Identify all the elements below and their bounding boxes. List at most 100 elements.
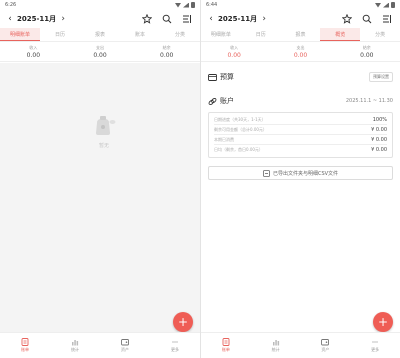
nav-item-more[interactable]: 更多 xyxy=(150,333,200,358)
nav-item-stats[interactable]: 统计 xyxy=(251,333,301,358)
bottom-nav: 账单 统计 资产 更多 xyxy=(0,332,200,358)
tab-ledger[interactable]: 账本 xyxy=(120,28,160,41)
bottom-nav: 账单 统计 资产 更多 xyxy=(201,332,400,358)
tab-detail-bill[interactable]: 明细账单 xyxy=(0,28,40,41)
account-date-range[interactable]: 2025.11.1 ~ 11.30 xyxy=(346,98,393,104)
nav-item-bill[interactable]: 账单 xyxy=(201,333,251,358)
nav-label: 更多 xyxy=(171,347,179,352)
status-time: 6:44 xyxy=(206,2,218,8)
wifi-icon xyxy=(175,3,181,8)
add-record-button[interactable]: + xyxy=(173,312,193,332)
wallet-icon xyxy=(121,339,129,346)
empty-bag-icon xyxy=(96,116,116,135)
empty-state: 暂无 xyxy=(91,115,117,149)
summary-expense: 支出 0.00 xyxy=(267,42,333,61)
summary-bar: 收入 0.00 支出 0.00 结余 0.00 xyxy=(0,42,200,62)
nav-label: 资产 xyxy=(121,347,129,352)
status-bar: 6:26 xyxy=(0,0,200,10)
filter-icon[interactable] xyxy=(379,11,395,27)
export-csv-label: 已导出文件夹与明细CSV文件 xyxy=(272,170,339,177)
tab-category[interactable]: 分类 xyxy=(360,28,400,41)
tab-bar: 明细账单 日历 报表 概览 分类 xyxy=(201,28,400,42)
empty-list-area: 暂无 xyxy=(0,63,200,332)
nav-item-wallet[interactable]: 资产 xyxy=(100,333,150,358)
tab-overview[interactable]: 概览 xyxy=(320,28,361,41)
month-label[interactable]: 2025-11月 xyxy=(15,14,58,24)
stats-icon xyxy=(72,340,79,346)
star-icon[interactable] xyxy=(139,11,155,27)
export-icon xyxy=(263,169,270,177)
signal-icon xyxy=(183,2,189,8)
empty-text: 暂无 xyxy=(98,143,109,149)
account-row-value: 100% xyxy=(372,116,387,123)
account-row: 本期已消费 ¥ 0.00 xyxy=(214,135,387,145)
account-row-label: 剩余可用金额（总计0.00元） xyxy=(214,126,267,132)
wallet-icon xyxy=(321,339,330,346)
battery-icon xyxy=(391,2,395,8)
summary-value: 0.00 xyxy=(93,51,107,59)
link-icon xyxy=(208,97,217,105)
account-row: 日期进度（共30天，1-1天） 100% xyxy=(214,115,387,125)
star-icon[interactable] xyxy=(339,11,355,27)
nav-label: 资产 xyxy=(321,347,330,352)
tab-calendar[interactable]: 日历 xyxy=(241,28,281,41)
budget-title: 预算 xyxy=(220,73,234,81)
bill-icon xyxy=(222,338,230,346)
left-screen: 6:26 ‹ 2025-11月 › 明细账单 日历 报表 账本 分类 收入 0.… xyxy=(0,0,200,358)
account-row-value: ¥ 0.00 xyxy=(371,126,387,133)
summary-value: 0.00 xyxy=(227,51,241,59)
export-csv-button[interactable]: 已导出文件夹与明细CSV文件 xyxy=(208,166,393,180)
summary-label: 结余 xyxy=(162,44,171,50)
nav-item-wallet[interactable]: 资产 xyxy=(301,333,351,358)
summary-value: 0.00 xyxy=(26,51,41,59)
app-bar: ‹ 2025-11月 › xyxy=(0,10,200,28)
tab-calendar[interactable]: 日历 xyxy=(40,28,80,41)
app-bar: ‹ 2025-11月 › xyxy=(201,10,400,28)
nav-label: 统计 xyxy=(71,347,79,352)
search-icon[interactable] xyxy=(359,11,375,27)
summary-balance: 结余 0.00 xyxy=(133,42,200,61)
status-bar: 6:44 xyxy=(201,0,400,10)
next-month-button[interactable]: › xyxy=(259,14,269,24)
nav-label: 统计 xyxy=(271,347,280,352)
stats-icon xyxy=(272,340,279,346)
status-icons xyxy=(175,2,195,8)
summary-income: 收入 0.00 xyxy=(201,42,267,61)
prev-month-button[interactable]: ‹ xyxy=(206,14,216,24)
summary-value: 0.00 xyxy=(293,51,308,59)
account-row-label: 本期已消费 xyxy=(214,136,234,142)
add-record-button[interactable]: + xyxy=(373,312,393,332)
prev-month-button[interactable]: ‹ xyxy=(5,14,15,24)
summary-label: 支出 xyxy=(96,44,104,50)
nav-label: 账单 xyxy=(21,347,29,352)
summary-balance: 结余 0.00 xyxy=(334,42,400,61)
nav-item-stats[interactable]: 统计 xyxy=(50,333,100,358)
account-row-label: 日均（剩余，首日0.00元） xyxy=(214,147,263,152)
right-screen: 6:44 ‹ 2025-11月 › 明细账单 日历 报表 概览 分类 收入 0.… xyxy=(200,0,400,358)
next-month-button[interactable]: › xyxy=(58,14,68,24)
tab-report[interactable]: 报表 xyxy=(80,28,120,41)
filter-icon[interactable] xyxy=(179,11,195,27)
tab-detail-bill[interactable]: 明细账单 xyxy=(201,28,241,41)
nav-label: 更多 xyxy=(371,347,380,352)
nav-item-bill[interactable]: 账单 xyxy=(0,333,50,358)
budget-settings-button[interactable]: 预算设置 xyxy=(369,72,393,82)
wifi-icon xyxy=(375,3,381,8)
account-card: 日期进度（共30天，1-1天） 100% 剩余可用金额（总计0.00元） ¥ 0… xyxy=(208,112,393,158)
search-icon[interactable] xyxy=(159,11,175,27)
bill-icon xyxy=(21,338,29,346)
more-icon xyxy=(372,341,379,343)
budget-icon xyxy=(208,73,217,81)
account-title: 账户 xyxy=(220,97,234,105)
nav-item-more[interactable]: 更多 xyxy=(350,333,400,358)
tab-report[interactable]: 报表 xyxy=(281,28,321,41)
budget-section: 预算 预算设置 xyxy=(201,68,400,86)
account-row: 日均（剩余，首日0.00元） ¥ 0.00 xyxy=(214,145,387,155)
status-time: 6:26 xyxy=(5,2,17,8)
summary-bar: 收入 0.00 支出 0.00 结余 0.00 xyxy=(201,42,400,62)
tab-category[interactable]: 分类 xyxy=(160,28,200,41)
account-row-value: ¥ 0.00 xyxy=(371,136,387,143)
battery-icon xyxy=(191,2,195,8)
month-label[interactable]: 2025-11月 xyxy=(216,14,259,24)
status-icons xyxy=(375,2,395,8)
